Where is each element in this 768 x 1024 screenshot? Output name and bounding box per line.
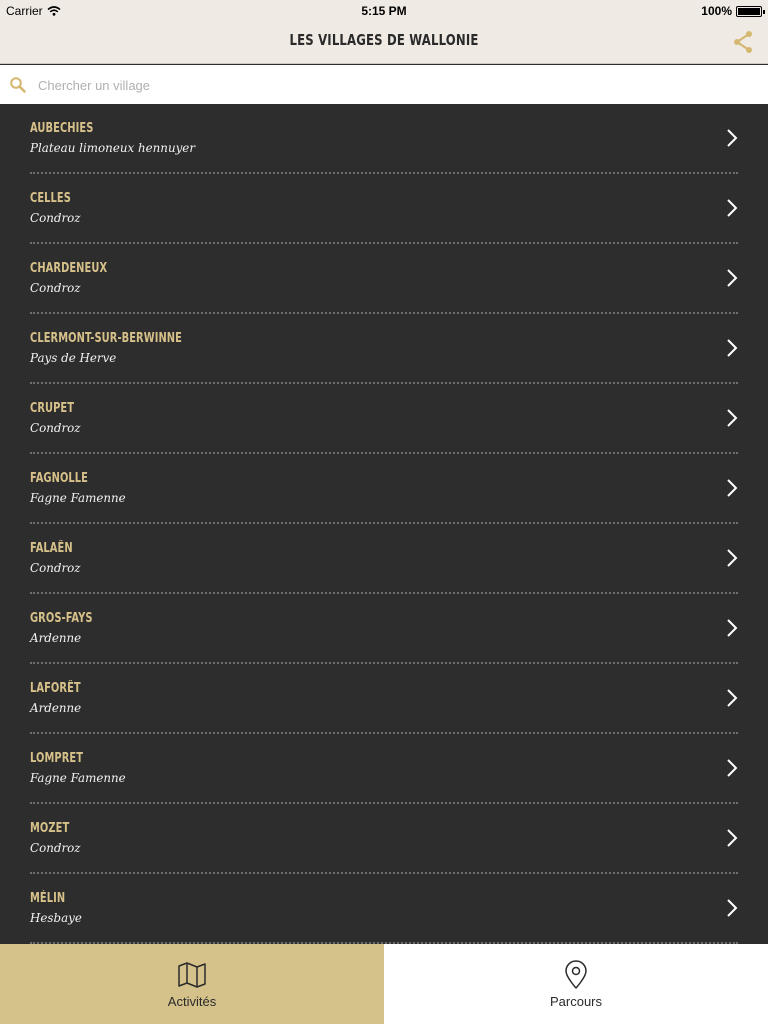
tab-activites-label: Activités xyxy=(167,994,217,1009)
village-name: AUBECHIES xyxy=(30,121,94,136)
village-region: Plateau limoneux hennuyer xyxy=(30,140,196,155)
list-item[interactable]: CRUPET Condroz xyxy=(30,384,738,454)
chevron-right-icon xyxy=(727,129,738,147)
village-region: Condroz xyxy=(30,840,81,855)
village-name: GROS-FAYS xyxy=(30,611,93,626)
chevron-right-icon xyxy=(727,269,738,287)
status-bar: Carrier 5:15 PM 100% xyxy=(0,0,768,20)
village-name: FAGNOLLE xyxy=(30,471,88,486)
chevron-right-icon xyxy=(727,199,738,217)
map-icon xyxy=(178,962,206,988)
list-item[interactable]: GROS-FAYS Ardenne xyxy=(30,594,738,664)
list-item[interactable]: FAGNOLLE Fagne Famenne xyxy=(30,454,738,524)
list-item[interactable]: CHARDENEUX Condroz xyxy=(30,244,738,314)
list-item[interactable]: MOZET Condroz xyxy=(30,804,738,874)
tab-parcours-label: Parcours xyxy=(549,994,603,1009)
list-item[interactable]: LAFORÊT Ardenne xyxy=(30,664,738,734)
chevron-right-icon xyxy=(727,829,738,847)
village-name: FALAËN xyxy=(30,541,73,556)
search-input[interactable] xyxy=(38,73,738,97)
chevron-right-icon xyxy=(727,899,738,917)
search-bar xyxy=(0,65,768,104)
village-name: CRUPET xyxy=(30,401,75,416)
list-item[interactable]: CLERMONT-SUR-BERWINNE Pays de Herve xyxy=(30,314,738,384)
village-name: CHARDENEUX xyxy=(30,261,108,276)
village-name: LAFORÊT xyxy=(30,681,81,696)
search-icon xyxy=(10,77,26,93)
village-region: Hesbaye xyxy=(30,910,82,925)
village-region: Condroz xyxy=(30,420,81,435)
chevron-right-icon xyxy=(727,339,738,357)
chevron-right-icon xyxy=(727,689,738,707)
village-region: Condroz xyxy=(30,560,81,575)
tab-activites[interactable]: Activités xyxy=(0,944,384,1024)
tab-bar: Activités Parcours xyxy=(0,944,768,1024)
tab-parcours[interactable]: Parcours xyxy=(384,944,768,1024)
village-name: MOZET xyxy=(30,821,70,836)
chevron-right-icon xyxy=(727,409,738,427)
navigation-bar: LES VILLAGES DE WALLONIE xyxy=(0,20,768,64)
village-name: CLERMONT-SUR-BERWINNE xyxy=(30,331,182,346)
list-item[interactable]: MÉLIN Hesbaye xyxy=(30,874,738,944)
village-region: Condroz xyxy=(30,210,81,225)
chevron-right-icon xyxy=(727,549,738,567)
list-item[interactable]: AUBECHIES Plateau limoneux hennuyer xyxy=(30,104,738,174)
list-item[interactable]: CELLES Condroz xyxy=(30,174,738,244)
village-region: Ardenne xyxy=(30,700,82,715)
location-pin-icon xyxy=(565,960,587,989)
village-region: Ardenne xyxy=(30,630,82,645)
battery-indicator: 100% xyxy=(701,4,765,18)
village-name: MÉLIN xyxy=(30,891,66,906)
battery-percent: 100% xyxy=(701,4,732,18)
battery-icon xyxy=(736,5,765,17)
chevron-right-icon xyxy=(727,619,738,637)
chevron-right-icon xyxy=(727,479,738,497)
village-name: LOMPRET xyxy=(30,751,84,766)
village-name: CELLES xyxy=(30,191,71,206)
clock: 5:15 PM xyxy=(361,4,407,18)
village-list: AUBECHIES Plateau limoneux hennuyer CELLES… xyxy=(0,104,768,944)
village-region: Fagne Famenne xyxy=(30,770,126,785)
village-region: Fagne Famenne xyxy=(30,490,126,505)
chevron-right-icon xyxy=(727,759,738,777)
page-title: LES VILLAGES DE WALLONIE xyxy=(289,31,479,49)
list-item[interactable]: LOMPRET Fagne Famenne xyxy=(30,734,738,804)
village-region: Condroz xyxy=(30,280,81,295)
village-region: Pays de Herve xyxy=(30,350,117,365)
list-item[interactable]: FALAËN Condroz xyxy=(30,524,738,594)
share-icon[interactable] xyxy=(732,30,754,54)
